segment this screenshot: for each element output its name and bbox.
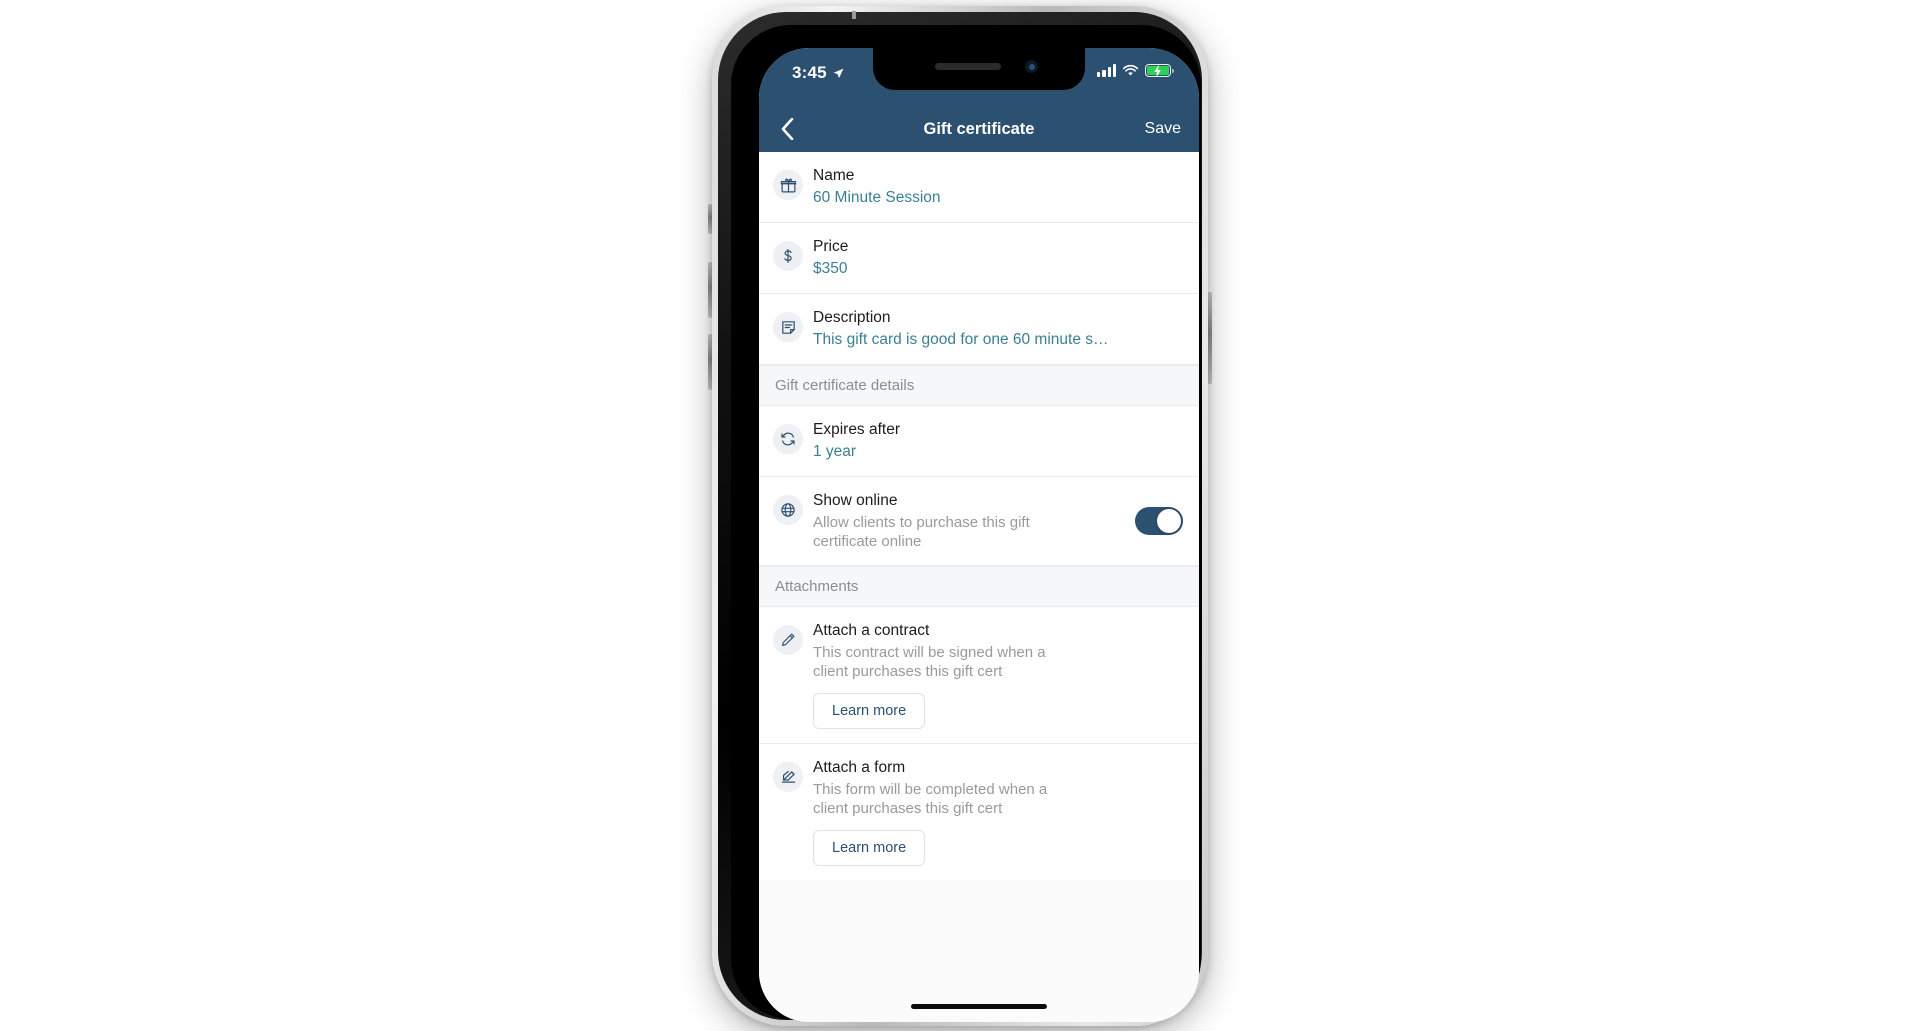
row-attach-contract-description: This contract will be signed when a clie… — [813, 644, 1046, 680]
row-show-online-description: Allow clients to purchase this gift cert… — [813, 514, 1030, 550]
learn-more-contract-button[interactable]: Learn more — [813, 693, 926, 729]
row-description-value: This gift card is good for one 60 minute… — [813, 331, 1109, 348]
sign-document-icon — [773, 762, 803, 792]
row-attach-contract[interactable]: Attach a contract This contract will be … — [759, 607, 1199, 744]
phone-screen: 3:45 Gift certificate Save Name 60 Minut… — [759, 48, 1199, 1022]
phone-frame: 3:45 Gift certificate Save Name 60 Minut… — [712, 6, 1208, 1026]
row-attach-form-label: Attach a form — [813, 759, 906, 776]
row-price[interactable]: Price $350 — [759, 223, 1199, 294]
phone-body: 3:45 Gift certificate Save Name 60 Minut… — [718, 11, 1202, 1022]
row-name-label: Name — [813, 167, 855, 184]
dollar-icon — [773, 241, 803, 271]
row-name-text: Name 60 Minute Session — [813, 166, 1183, 208]
cellular-signal-icon — [1097, 64, 1116, 77]
back-button[interactable] — [773, 106, 802, 152]
row-show-online-text: Show online Allow clients to purchase th… — [813, 491, 1127, 551]
pen-icon — [773, 625, 803, 655]
wifi-icon — [1122, 64, 1139, 76]
gift-icon — [773, 170, 803, 200]
phone-bezel: 3:45 Gift certificate Save Name 60 Minut… — [731, 25, 1201, 1022]
location-arrow-icon — [833, 68, 844, 78]
chevron-left-icon — [781, 118, 794, 140]
screenshot-canvas: 3:45 Gift certificate Save Name 60 Minut… — [0, 0, 1920, 1031]
learn-more-form-button[interactable]: Learn more — [813, 830, 926, 866]
row-name[interactable]: Name 60 Minute Session — [759, 152, 1199, 223]
navigation-bar: Gift certificate Save — [759, 106, 1199, 152]
row-expires-after-label: Expires after — [813, 421, 901, 438]
section-header-details: Gift certificate details — [759, 365, 1199, 406]
charging-bolt-icon — [1154, 64, 1161, 77]
row-attach-contract-label: Attach a contract — [813, 622, 930, 639]
settings-list[interactable]: Name 60 Minute Session Price $350 Descri… — [759, 152, 1199, 1022]
row-attach-form[interactable]: Attach a form This form will be complete… — [759, 744, 1199, 880]
home-indicator[interactable] — [911, 1004, 1047, 1009]
earpiece-speaker — [935, 63, 1001, 70]
status-bar-time-group: 3:45 — [792, 63, 845, 83]
row-description-text: Description This gift card is good for o… — [813, 308, 1183, 350]
antenna-line-top — [852, 11, 856, 19]
front-camera — [1025, 60, 1038, 73]
page-title: Gift certificate — [923, 119, 1035, 138]
row-price-label: Price — [813, 238, 849, 255]
row-attach-contract-text: Attach a contract This contract will be … — [813, 621, 1183, 729]
show-online-toggle[interactable] — [1135, 507, 1183, 535]
row-expires-after-value: 1 year — [813, 443, 857, 460]
status-bar-time: 3:45 — [792, 63, 827, 82]
battery-charging-icon — [1145, 64, 1175, 77]
row-price-text: Price $350 — [813, 237, 1183, 279]
row-expires-after[interactable]: Expires after 1 year — [759, 406, 1199, 477]
refresh-icon — [773, 424, 803, 454]
section-header-attachments: Attachments — [759, 566, 1199, 607]
row-attach-form-description: This form will be completed when a clien… — [813, 781, 1048, 817]
row-description-label: Description — [813, 309, 891, 326]
row-price-value: $350 — [813, 260, 848, 277]
row-show-online-label: Show online — [813, 492, 898, 509]
save-button[interactable]: Save — [1145, 106, 1181, 152]
row-expires-after-text: Expires after 1 year — [813, 420, 1183, 462]
phone-notch — [873, 48, 1085, 90]
row-description[interactable]: Description This gift card is good for o… — [759, 294, 1199, 365]
note-icon — [773, 312, 803, 342]
row-show-online[interactable]: Show online Allow clients to purchase th… — [759, 477, 1199, 566]
row-name-value: 60 Minute Session — [813, 189, 941, 206]
row-attach-form-text: Attach a form This form will be complete… — [813, 758, 1183, 866]
globe-icon — [773, 495, 803, 525]
status-bar-indicators — [1097, 64, 1175, 77]
